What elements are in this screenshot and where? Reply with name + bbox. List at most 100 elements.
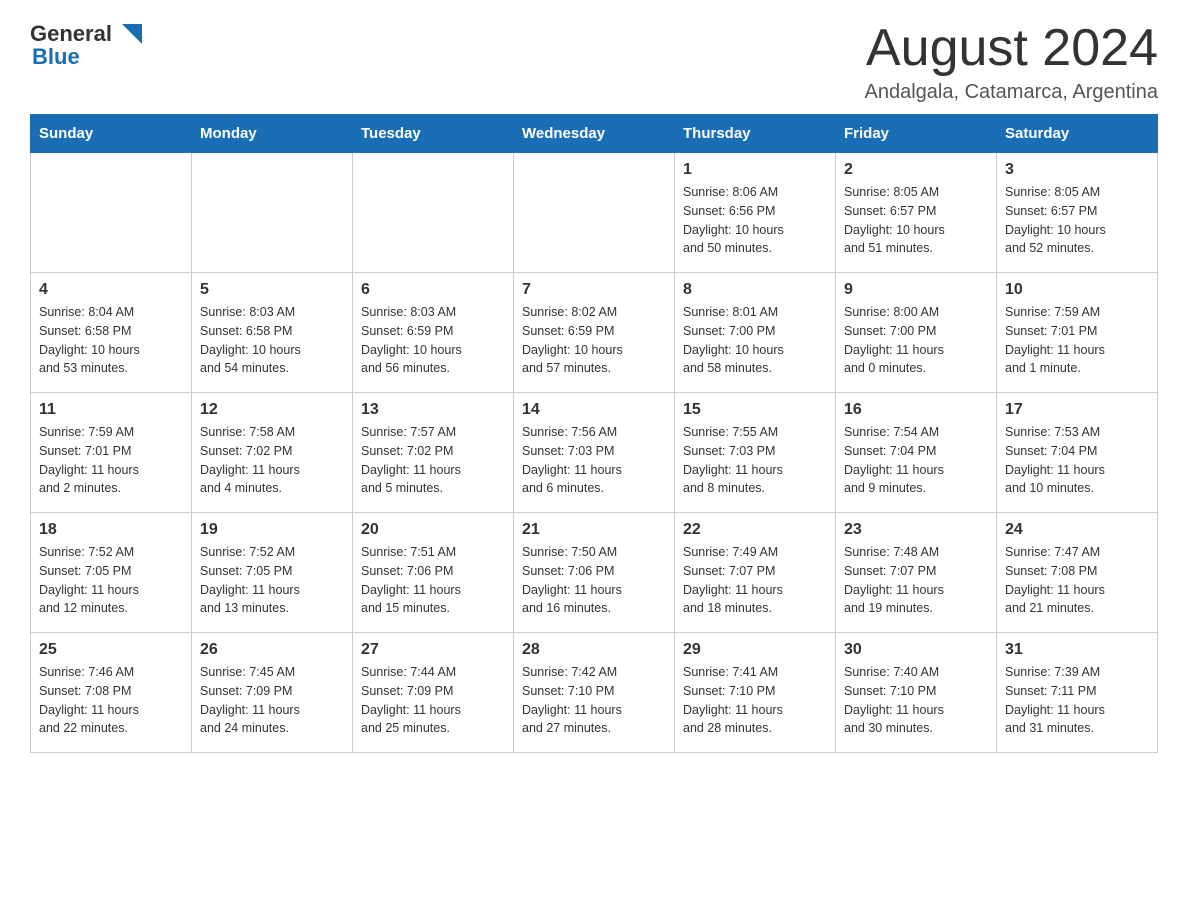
month-title: August 2024 <box>864 20 1158 77</box>
calendar-cell: 13 Sunrise: 7:57 AM Sunset: 7:02 PM Dayli… <box>353 393 514 513</box>
calendar-cell: 11 Sunrise: 7:59 AM Sunset: 7:01 PM Dayli… <box>31 393 192 513</box>
calendar-cell: 18 Sunrise: 7:52 AM Sunset: 7:05 PM Dayli… <box>31 513 192 633</box>
calendar-cell: 23Sunrise: 7:48 AM Sunset: 7:07 PM Dayli… <box>836 513 997 633</box>
calendar-cell: 3 Sunrise: 8:05 AM Sunset: 6:57 PM Daylig… <box>997 153 1158 273</box>
calendar-week-row: 11 Sunrise: 7:59 AM Sunset: 7:01 PM Dayli… <box>31 393 1158 513</box>
day-number: 31 <box>1005 641 1149 659</box>
day-info: Sunrise: 7:47 AM Sunset: 7:08 PM Dayligh… <box>1005 543 1149 618</box>
day-number: 2 <box>844 161 988 179</box>
day-number: 21 <box>522 521 666 539</box>
day-info: Sunrise: 7:46 AM Sunset: 7:08 PM Dayligh… <box>39 663 183 738</box>
day-info: Sunrise: 7:40 AM Sunset: 7:10 PM Dayligh… <box>844 663 988 738</box>
calendar-week-row: 25 Sunrise: 7:46 AM Sunset: 7:08 PM Dayli… <box>31 633 1158 753</box>
day-info: Sunrise: 7:58 AM Sunset: 7:02 PM Dayligh… <box>200 423 344 498</box>
day-info: Sunrise: 7:54 AM Sunset: 7:04 PM Dayligh… <box>844 423 988 498</box>
title-block: August 2024 Andalgala, Catamarca, Argent… <box>864 20 1158 104</box>
day-number: 9 <box>844 281 988 299</box>
day-number: 29 <box>683 641 827 659</box>
day-info: Sunrise: 8:03 AM Sunset: 6:59 PM Dayligh… <box>361 303 505 378</box>
day-number: 11 <box>39 401 183 419</box>
day-info: Sunrise: 8:05 AM Sunset: 6:57 PM Dayligh… <box>844 183 988 258</box>
day-info: Sunrise: 7:59 AM Sunset: 7:01 PM Dayligh… <box>1005 303 1149 378</box>
calendar-cell: 19 Sunrise: 7:52 AM Sunset: 7:05 PM Dayli… <box>192 513 353 633</box>
day-number: 17 <box>1005 401 1149 419</box>
day-info: Sunrise: 7:50 AM Sunset: 7:06 PM Dayligh… <box>522 543 666 618</box>
calendar-header-wednesday: Wednesday <box>514 115 675 153</box>
day-number: 28 <box>522 641 666 659</box>
calendar-cell: 8 Sunrise: 8:01 AM Sunset: 7:00 PM Daylig… <box>675 273 836 393</box>
calendar-week-row: 4 Sunrise: 8:04 AM Sunset: 6:58 PM Daylig… <box>31 273 1158 393</box>
day-number: 24 <box>1005 521 1149 539</box>
day-number: 16 <box>844 401 988 419</box>
day-info: Sunrise: 8:06 AM Sunset: 6:56 PM Dayligh… <box>683 183 827 258</box>
day-info: Sunrise: 7:52 AM Sunset: 7:05 PM Dayligh… <box>200 543 344 618</box>
calendar-cell: 17Sunrise: 7:53 AM Sunset: 7:04 PM Dayli… <box>997 393 1158 513</box>
day-number: 12 <box>200 401 344 419</box>
day-number: 4 <box>39 281 183 299</box>
day-number: 27 <box>361 641 505 659</box>
day-info: Sunrise: 8:03 AM Sunset: 6:58 PM Dayligh… <box>200 303 344 378</box>
calendar-cell: 24 Sunrise: 7:47 AM Sunset: 7:08 PM Dayli… <box>997 513 1158 633</box>
calendar-cell: 14Sunrise: 7:56 AM Sunset: 7:03 PM Dayli… <box>514 393 675 513</box>
day-info: Sunrise: 7:49 AM Sunset: 7:07 PM Dayligh… <box>683 543 827 618</box>
day-info: Sunrise: 7:45 AM Sunset: 7:09 PM Dayligh… <box>200 663 344 738</box>
day-number: 1 <box>683 161 827 179</box>
calendar-cell: 10 Sunrise: 7:59 AM Sunset: 7:01 PM Dayli… <box>997 273 1158 393</box>
calendar-cell: 12 Sunrise: 7:58 AM Sunset: 7:02 PM Dayli… <box>192 393 353 513</box>
calendar-cell: 20Sunrise: 7:51 AM Sunset: 7:06 PM Dayli… <box>353 513 514 633</box>
calendar-header-saturday: Saturday <box>997 115 1158 153</box>
logo: General Blue <box>30 20 142 70</box>
calendar-cell <box>192 153 353 273</box>
day-info: Sunrise: 7:51 AM Sunset: 7:06 PM Dayligh… <box>361 543 505 618</box>
day-info: Sunrise: 7:52 AM Sunset: 7:05 PM Dayligh… <box>39 543 183 618</box>
day-number: 3 <box>1005 161 1149 179</box>
day-number: 22 <box>683 521 827 539</box>
day-info: Sunrise: 8:01 AM Sunset: 7:00 PM Dayligh… <box>683 303 827 378</box>
day-info: Sunrise: 7:57 AM Sunset: 7:02 PM Dayligh… <box>361 423 505 498</box>
calendar-cell: 2 Sunrise: 8:05 AM Sunset: 6:57 PM Daylig… <box>836 153 997 273</box>
day-info: Sunrise: 8:04 AM Sunset: 6:58 PM Dayligh… <box>39 303 183 378</box>
calendar-week-row: 1 Sunrise: 8:06 AM Sunset: 6:56 PM Daylig… <box>31 153 1158 273</box>
calendar-cell: 25 Sunrise: 7:46 AM Sunset: 7:08 PM Dayli… <box>31 633 192 753</box>
day-number: 8 <box>683 281 827 299</box>
calendar-cell: 28 Sunrise: 7:42 AM Sunset: 7:10 PM Dayli… <box>514 633 675 753</box>
calendar-cell: 26Sunrise: 7:45 AM Sunset: 7:09 PM Dayli… <box>192 633 353 753</box>
calendar-header-sunday: Sunday <box>31 115 192 153</box>
calendar-cell <box>31 153 192 273</box>
day-info: Sunrise: 7:59 AM Sunset: 7:01 PM Dayligh… <box>39 423 183 498</box>
page-header: General Blue August 2024 Andalgala, Cata… <box>30 20 1158 104</box>
calendar-header-friday: Friday <box>836 115 997 153</box>
day-info: Sunrise: 8:05 AM Sunset: 6:57 PM Dayligh… <box>1005 183 1149 258</box>
day-number: 25 <box>39 641 183 659</box>
day-number: 7 <box>522 281 666 299</box>
day-info: Sunrise: 7:44 AM Sunset: 7:09 PM Dayligh… <box>361 663 505 738</box>
day-number: 18 <box>39 521 183 539</box>
day-number: 23 <box>844 521 988 539</box>
calendar-cell: 9 Sunrise: 8:00 AM Sunset: 7:00 PM Daylig… <box>836 273 997 393</box>
calendar-header-tuesday: Tuesday <box>353 115 514 153</box>
logo-triangle-icon <box>114 20 142 48</box>
calendar-cell: 22 Sunrise: 7:49 AM Sunset: 7:07 PM Dayli… <box>675 513 836 633</box>
location-text: Andalgala, Catamarca, Argentina <box>864 81 1158 104</box>
day-info: Sunrise: 7:42 AM Sunset: 7:10 PM Dayligh… <box>522 663 666 738</box>
day-info: Sunrise: 7:39 AM Sunset: 7:11 PM Dayligh… <box>1005 663 1149 738</box>
day-number: 13 <box>361 401 505 419</box>
calendar-header-row: SundayMondayTuesdayWednesdayThursdayFrid… <box>31 115 1158 153</box>
day-number: 19 <box>200 521 344 539</box>
calendar-cell: 16 Sunrise: 7:54 AM Sunset: 7:04 PM Dayli… <box>836 393 997 513</box>
day-number: 30 <box>844 641 988 659</box>
day-number: 6 <box>361 281 505 299</box>
day-number: 15 <box>683 401 827 419</box>
calendar-cell: 21 Sunrise: 7:50 AM Sunset: 7:06 PM Dayli… <box>514 513 675 633</box>
calendar-header-thursday: Thursday <box>675 115 836 153</box>
calendar-cell: 1 Sunrise: 8:06 AM Sunset: 6:56 PM Daylig… <box>675 153 836 273</box>
calendar-cell: 27 Sunrise: 7:44 AM Sunset: 7:09 PM Dayli… <box>353 633 514 753</box>
calendar-week-row: 18 Sunrise: 7:52 AM Sunset: 7:05 PM Dayli… <box>31 513 1158 633</box>
calendar-cell: 30 Sunrise: 7:40 AM Sunset: 7:10 PM Dayli… <box>836 633 997 753</box>
calendar-cell: 7Sunrise: 8:02 AM Sunset: 6:59 PM Daylig… <box>514 273 675 393</box>
day-info: Sunrise: 8:00 AM Sunset: 7:00 PM Dayligh… <box>844 303 988 378</box>
day-number: 14 <box>522 401 666 419</box>
calendar-cell: 31 Sunrise: 7:39 AM Sunset: 7:11 PM Dayli… <box>997 633 1158 753</box>
day-number: 10 <box>1005 281 1149 299</box>
calendar-cell: 5Sunrise: 8:03 AM Sunset: 6:58 PM Daylig… <box>192 273 353 393</box>
